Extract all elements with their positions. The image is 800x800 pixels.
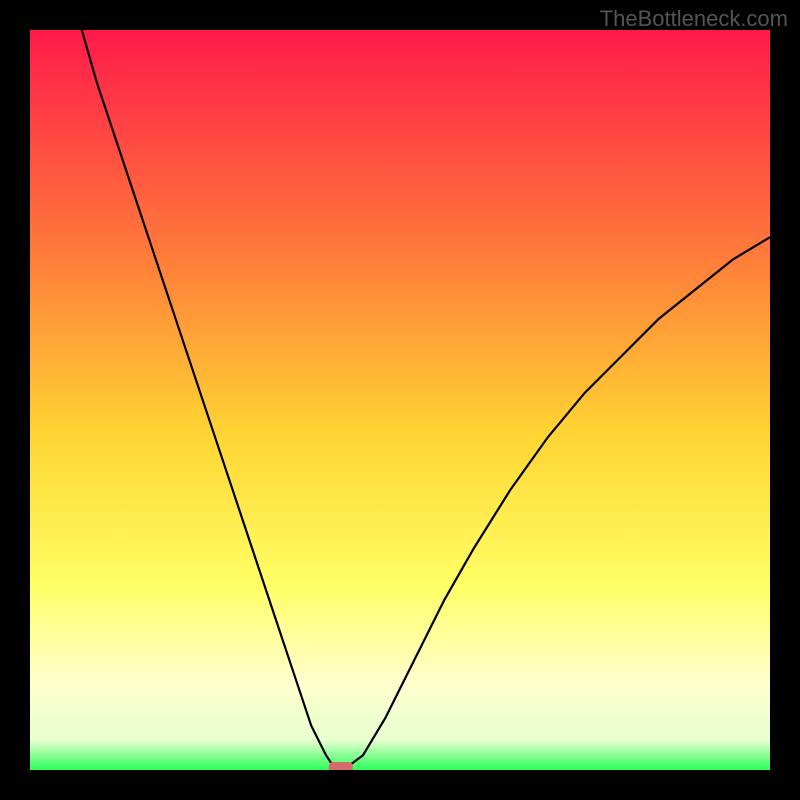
chart-svg	[30, 30, 770, 770]
gradient-background	[30, 30, 770, 770]
min-marker	[329, 762, 353, 770]
watermark-text: TheBottleneck.com	[600, 6, 788, 32]
chart-container: TheBottleneck.com	[0, 0, 800, 800]
plot-area	[30, 30, 770, 770]
